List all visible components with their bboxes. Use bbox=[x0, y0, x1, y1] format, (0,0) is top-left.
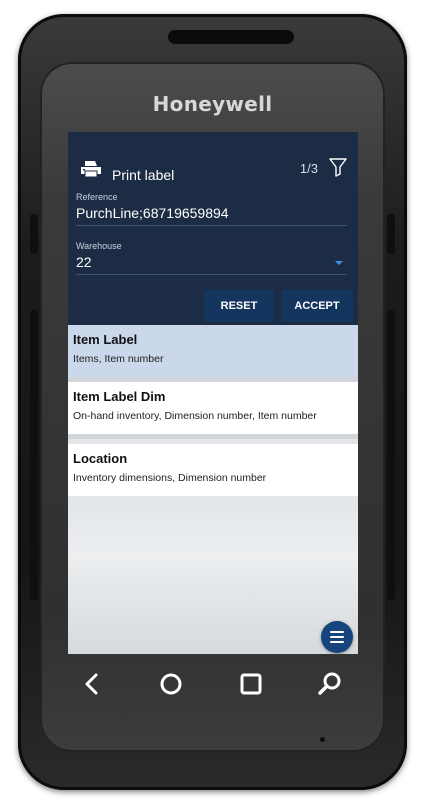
list-item-subtitle: Inventory dimensions, Dimension number bbox=[73, 472, 267, 484]
list-item-location[interactable]: Location Inventory dimensions, Dimension… bbox=[68, 444, 358, 496]
device-speaker bbox=[168, 30, 294, 44]
hamburger-icon-line bbox=[330, 636, 344, 638]
list-item-title: Item Label Dim bbox=[73, 389, 166, 404]
list-item-subtitle: Items, Item number bbox=[73, 353, 164, 365]
reference-field[interactable]: Reference PurchLine;68719659894 bbox=[76, 192, 347, 226]
chevron-down-icon[interactable] bbox=[335, 261, 343, 265]
warehouse-field[interactable]: Warehouse 22 bbox=[76, 241, 347, 275]
search-icon[interactable] bbox=[310, 664, 350, 704]
reference-value[interactable]: PurchLine;68719659894 bbox=[76, 205, 347, 221]
brand-logo: Honeywell bbox=[152, 92, 273, 116]
title-row: Print label 1/3 bbox=[76, 157, 350, 184]
reset-button[interactable]: RESET bbox=[204, 290, 274, 322]
list-item-title: Location bbox=[73, 451, 128, 466]
list-divider bbox=[68, 434, 358, 439]
reference-underline bbox=[76, 225, 347, 226]
side-button-right-top bbox=[387, 214, 395, 254]
menu-button[interactable] bbox=[321, 621, 353, 653]
page-title: Print label bbox=[112, 167, 175, 183]
list-item-subtitle: On-hand inventory, Dimension number, Ite… bbox=[73, 410, 317, 422]
app-header: Print label 1/3 Reference PurchLine;6871… bbox=[68, 132, 358, 325]
page-indicator: 1/3 bbox=[299, 161, 318, 176]
back-icon[interactable] bbox=[72, 664, 112, 704]
list-item-item-label[interactable]: Item Label Items, Item number bbox=[68, 325, 358, 377]
recent-apps-icon[interactable] bbox=[231, 664, 271, 704]
side-grip-left bbox=[30, 310, 38, 600]
app-screen: Print label 1/3 Reference PurchLine;6871… bbox=[68, 132, 358, 654]
device-sensor bbox=[320, 737, 325, 742]
warehouse-value[interactable]: 22 bbox=[76, 254, 347, 270]
hamburger-icon bbox=[330, 631, 344, 633]
accept-button[interactable]: ACCEPT bbox=[281, 290, 353, 322]
side-grip-right bbox=[387, 310, 395, 600]
list-item-title: Item Label bbox=[73, 332, 138, 347]
warehouse-label: Warehouse bbox=[76, 241, 122, 251]
android-nav-bar bbox=[60, 664, 366, 704]
printer-icon bbox=[81, 161, 101, 178]
home-icon[interactable] bbox=[151, 664, 191, 704]
warehouse-underline bbox=[76, 274, 347, 275]
hamburger-icon-line bbox=[330, 641, 344, 643]
label-list: Item Label Items, Item number Item Label… bbox=[68, 325, 358, 654]
filter-icon[interactable] bbox=[328, 157, 348, 177]
list-item-item-label-dim[interactable]: Item Label Dim On-hand inventory, Dimens… bbox=[68, 382, 358, 434]
reference-label: Reference bbox=[76, 192, 118, 202]
side-button-left-top bbox=[30, 214, 38, 254]
